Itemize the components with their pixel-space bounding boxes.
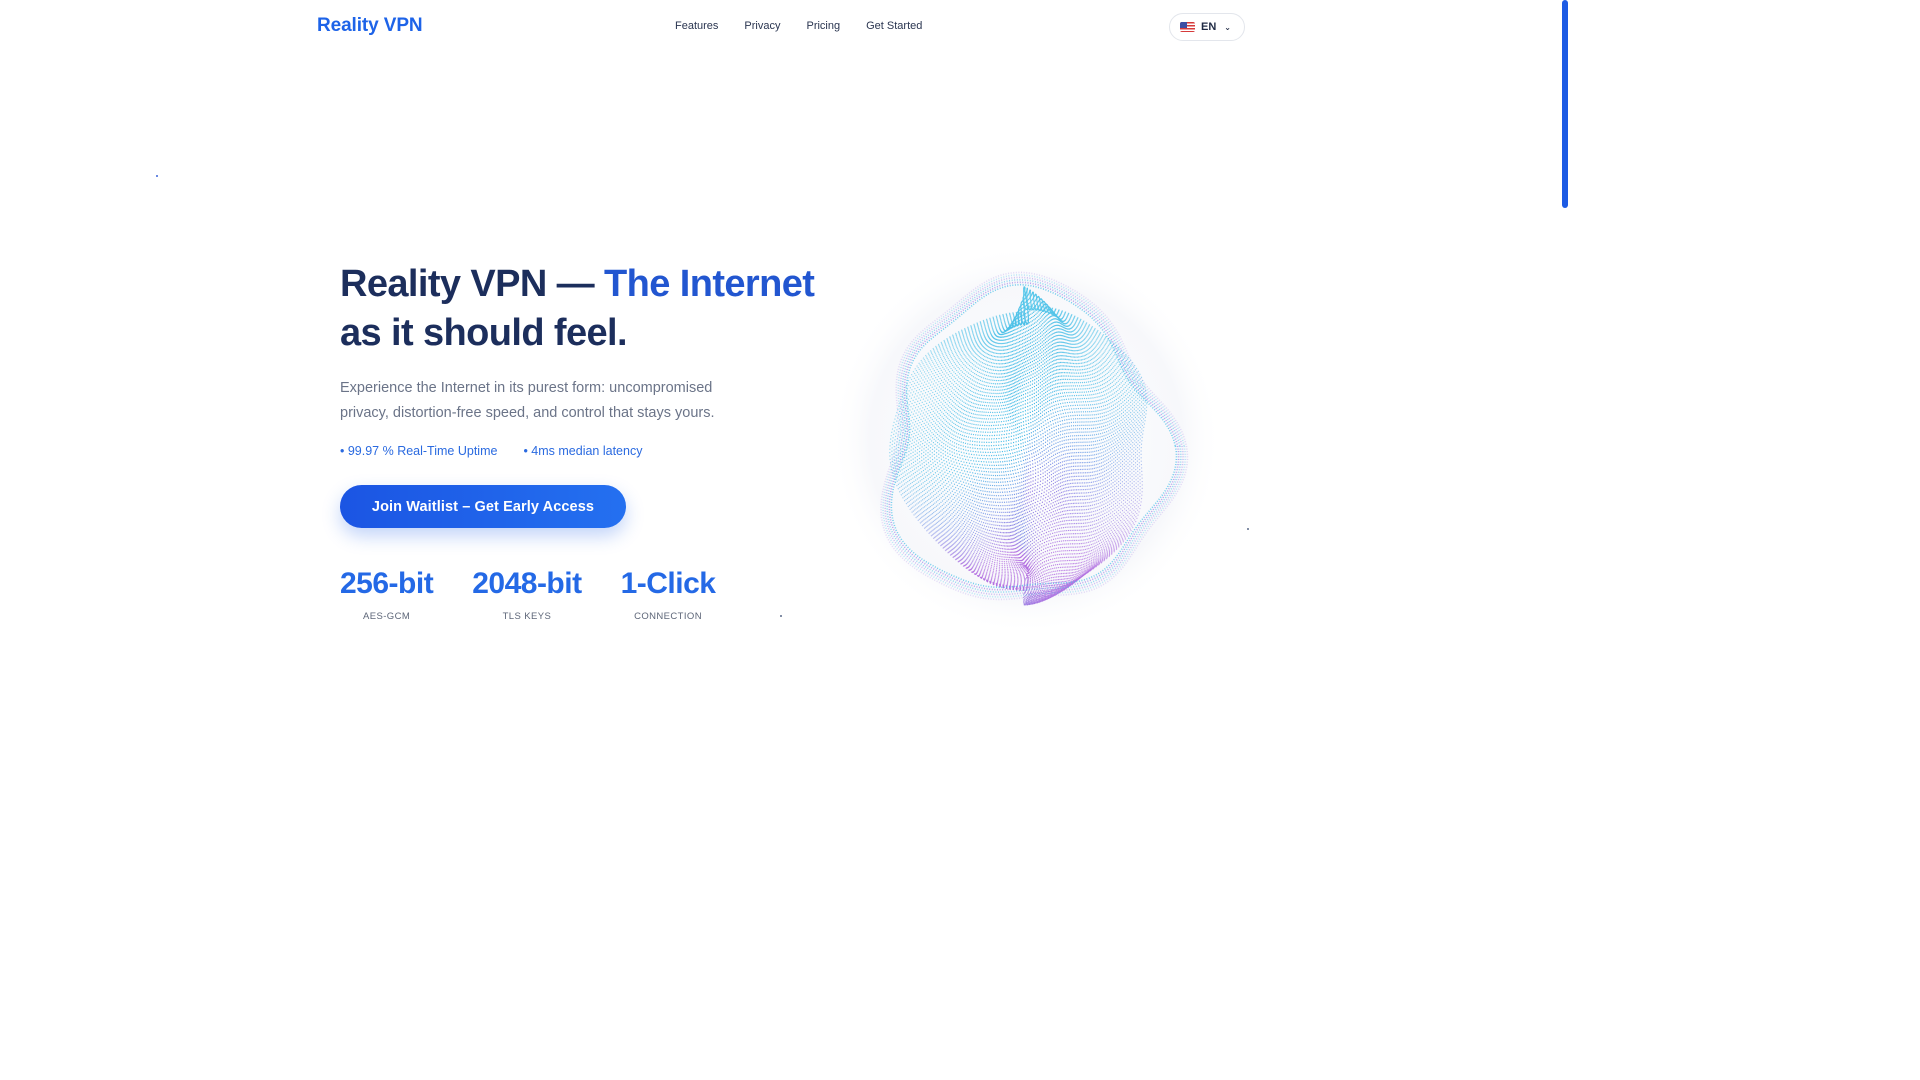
site-header: Reality VPN Features Privacy Pricing Get… <box>0 0 1560 54</box>
bullet-latency: • 4ms median latency <box>523 444 643 458</box>
hero-title-part1: Reality VPN — <box>340 263 605 305</box>
stats-row: 256-bit AES-GCM 2048-bit TLS KEYS 1-Clic… <box>340 566 716 622</box>
nav-link-pricing[interactable]: Pricing <box>806 20 840 32</box>
language-selector[interactable]: EN ⌄ <box>1169 13 1245 41</box>
language-code: EN <box>1201 21 1217 33</box>
stat-value: 256-bit <box>340 567 434 600</box>
decorative-particle <box>1247 528 1249 530</box>
nav-link-get-started[interactable]: Get Started <box>866 20 922 32</box>
nav-link-features[interactable]: Features <box>675 20 718 32</box>
scrollbar-track[interactable] <box>1560 0 1568 882</box>
decorative-particle <box>156 175 158 177</box>
brand-logo[interactable]: Reality VPN <box>317 15 423 37</box>
nav-link-privacy[interactable]: Privacy <box>744 20 780 32</box>
main-nav: Features Privacy Pricing Get Started <box>675 20 922 32</box>
scrollbar-thumb[interactable] <box>1562 0 1568 208</box>
us-flag-icon <box>1180 22 1195 32</box>
hero-title: Reality VPN — The Internet as it should … <box>340 260 860 358</box>
hero-title-accent: The Internet <box>604 263 815 305</box>
chevron-down-icon: ⌄ <box>1224 22 1231 32</box>
stat-value: 2048-bit <box>472 567 582 600</box>
stat-value: 1-Click <box>620 567 716 600</box>
stat-label: AES-GCM <box>363 611 411 622</box>
globe-halo <box>830 244 1222 636</box>
hero-title-part2: as it should feel. <box>340 312 628 354</box>
stat-tls: 2048-bit TLS KEYS <box>472 566 582 622</box>
stat-label: CONNECTION <box>634 611 702 622</box>
join-waitlist-button[interactable]: Join Waitlist – Get Early Access <box>340 485 626 528</box>
stat-label: TLS KEYS <box>502 611 552 622</box>
bullet-uptime: • 99.97 % Real-Time Uptime <box>340 444 498 458</box>
hero-bullets: • 99.97 % Real-Time Uptime • 4ms median … <box>340 444 642 458</box>
particle-globe-svg <box>830 244 1222 636</box>
stat-connection: 1-Click CONNECTION <box>621 566 716 622</box>
stat-encryption: 256-bit AES-GCM <box>340 566 434 622</box>
decorative-particle <box>780 615 782 617</box>
particle-globe-graphic <box>830 244 1222 636</box>
hero-subtitle: Experience the Internet in its purest fo… <box>340 380 715 421</box>
